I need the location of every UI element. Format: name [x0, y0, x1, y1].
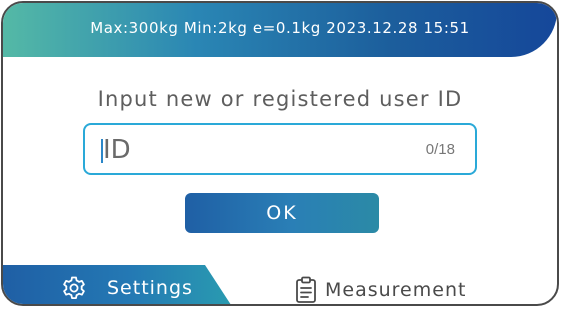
scale-info-text: Max:300kg Min:2kg e=0.1kg 2023.12.28 15:… — [90, 19, 470, 37]
tab-settings[interactable]: Settings — [3, 265, 235, 304]
character-counter: 0/18 — [425, 141, 455, 158]
tab-settings-label: Settings — [107, 277, 193, 299]
tab-measurement[interactable]: Measurement — [295, 273, 467, 304]
tab-measurement-label: Measurement — [325, 279, 467, 301]
device-screen: Max:300kg Min:2kg e=0.1kg 2023.12.28 15:… — [1, 1, 559, 306]
id-prompt: Input new or registered user ID — [97, 87, 463, 111]
gear-icon — [61, 275, 87, 301]
clipboard-icon — [295, 276, 317, 304]
user-id-input[interactable]: ID 0/18 — [83, 123, 477, 175]
status-bar: Max:300kg Min:2kg e=0.1kg 2023.12.28 15:… — [3, 3, 557, 57]
ok-button[interactable]: OK — [185, 193, 379, 233]
user-id-placeholder: ID — [103, 135, 131, 165]
